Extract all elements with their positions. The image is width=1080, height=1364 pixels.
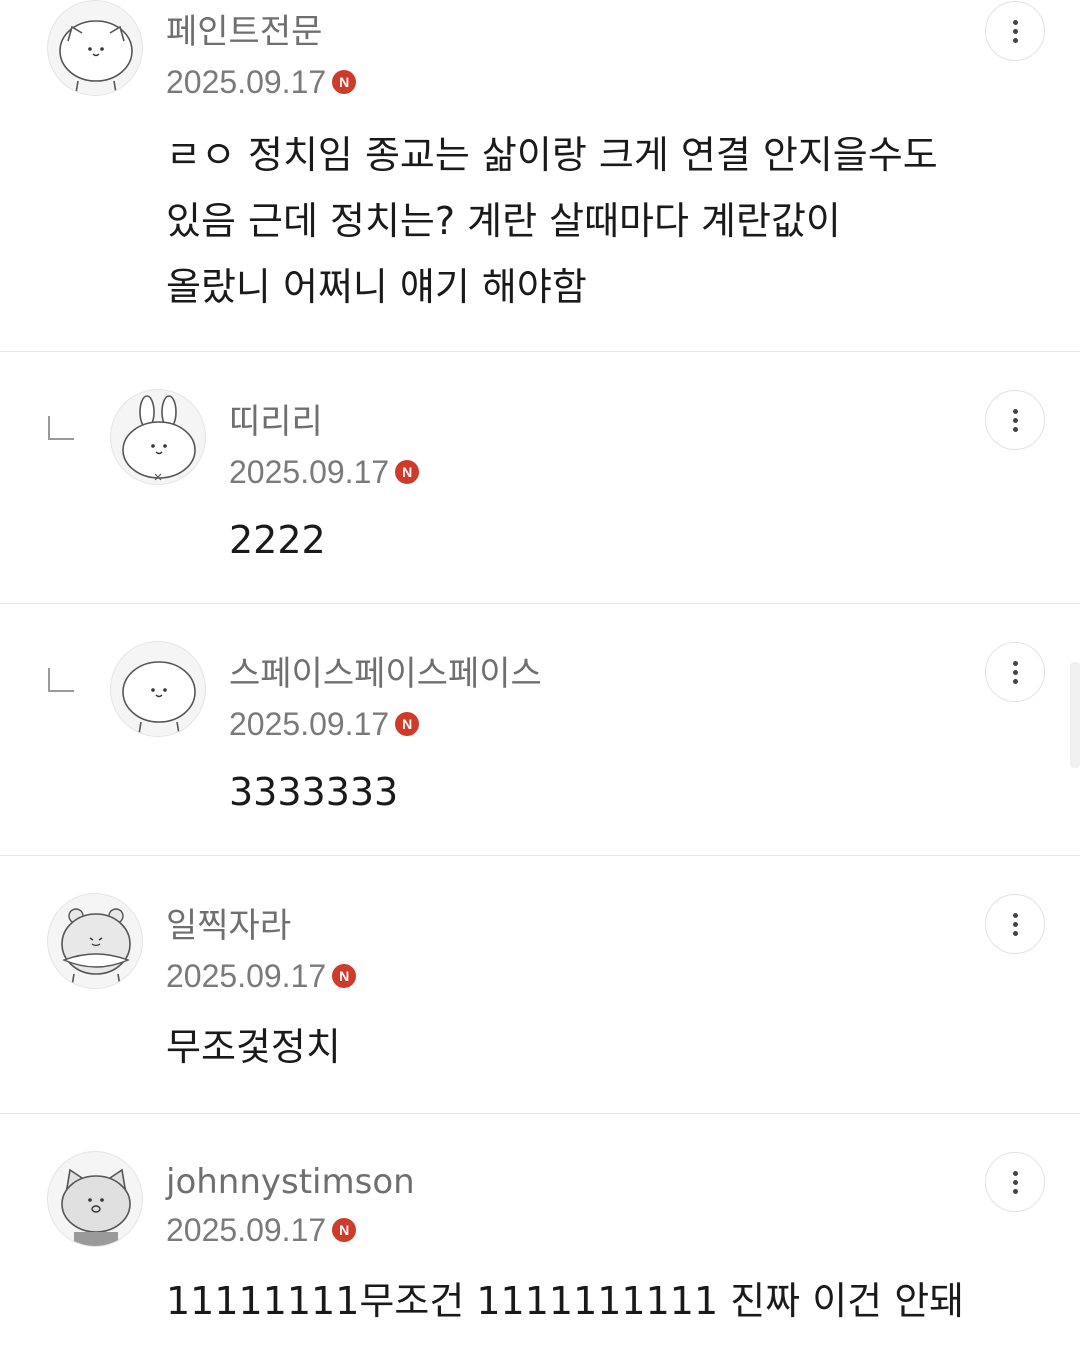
comment-text: 3333333	[229, 770, 399, 814]
author-nickname[interactable]: johnnystimson	[166, 1162, 415, 1202]
author-nickname[interactable]: 페인트전문	[166, 12, 322, 52]
bear-avatar-icon	[61, 908, 131, 987]
more-dot-icon	[1012, 1179, 1018, 1185]
avatar[interactable]	[47, 893, 143, 989]
comment-text: 무조겇정치	[166, 1025, 341, 1069]
new-badge: N	[332, 964, 357, 988]
comment-date-row: 2025.09.17 N	[166, 62, 357, 102]
cat-avatar-icon	[59, 20, 133, 94]
comment-date-row: 2025.09.17 N	[229, 704, 420, 744]
more-dot-icon	[1012, 921, 1018, 927]
more-dot-icon	[1012, 426, 1018, 432]
comment-date-row: 2025.09.17 N	[166, 1210, 357, 1250]
more-dot-icon	[1012, 678, 1018, 684]
new-badge: N	[395, 712, 420, 736]
more-dot-icon	[1012, 37, 1018, 43]
comment-item: 페인트전문 2025.09.17 N ㄹㅇ 정치임 종교는 삶이랑 크게 연결 …	[0, 0, 1080, 352]
more-dot-icon	[1012, 417, 1018, 423]
more-dot-icon	[1012, 1188, 1018, 1194]
more-dot-icon	[1012, 28, 1018, 34]
avatar[interactable]	[47, 0, 143, 96]
new-badge: N	[395, 460, 420, 484]
avatar[interactable]	[47, 1151, 143, 1247]
new-badge: N	[332, 1218, 357, 1242]
comment-text: 11111111무조건 1111111111 진짜 이건 안돼	[166, 1279, 965, 1323]
comment-date: 2025.09.17	[166, 1211, 327, 1248]
more-options-button[interactable]	[985, 1152, 1045, 1212]
avatar[interactable]	[110, 641, 206, 737]
more-dot-icon	[1012, 912, 1018, 918]
comment-item: johnnystimson 2025.09.17 N 11111111무조건 1…	[0, 1114, 1080, 1364]
more-options-button[interactable]	[985, 390, 1045, 450]
more-dot-icon	[1012, 19, 1018, 25]
author-nickname[interactable]: 스페이스페이스페이스	[229, 654, 542, 694]
more-dot-icon	[1012, 660, 1018, 666]
author-nickname[interactable]: 일찍자라	[166, 906, 291, 946]
more-dot-icon	[1012, 1170, 1018, 1176]
more-options-button[interactable]	[985, 642, 1045, 702]
scrollbar[interactable]	[1070, 662, 1080, 768]
more-dot-icon	[1012, 408, 1018, 414]
rabbit-avatar-icon	[122, 395, 196, 481]
comment-text: 2222	[229, 518, 326, 562]
new-badge: N	[332, 70, 357, 94]
cat-avatar-icon	[122, 661, 196, 735]
more-dot-icon	[1012, 669, 1018, 675]
more-dot-icon	[1012, 930, 1018, 936]
more-options-button[interactable]	[985, 1, 1045, 61]
comment-item: 일찍자라 2025.09.17 N 무조겇정치	[0, 856, 1080, 1114]
comment-date: 2025.09.17	[166, 957, 327, 994]
comment-text: ㄹㅇ 정치임 종교는 삶이랑 크게 연결 안지을수도 있음 근데 정치는? 계란…	[166, 133, 938, 309]
reply-item: 스페이스페이스페이스 2025.09.17 N 3333333	[0, 604, 1080, 856]
comment-date: 2025.09.17	[166, 63, 327, 100]
avatar[interactable]	[110, 389, 206, 485]
fox-avatar-icon	[61, 1168, 131, 1246]
comment-date-row: 2025.09.17 N	[229, 452, 420, 492]
more-options-button[interactable]	[985, 894, 1045, 954]
comment-date-row: 2025.09.17 N	[166, 956, 357, 996]
comment-date: 2025.09.17	[229, 453, 390, 490]
reply-arrow-icon	[48, 668, 74, 692]
author-nickname[interactable]: 띠리리	[229, 402, 323, 442]
reply-item: 띠리리 2025.09.17 N 2222	[0, 352, 1080, 604]
comment-date: 2025.09.17	[229, 705, 390, 742]
reply-arrow-icon	[48, 416, 74, 440]
